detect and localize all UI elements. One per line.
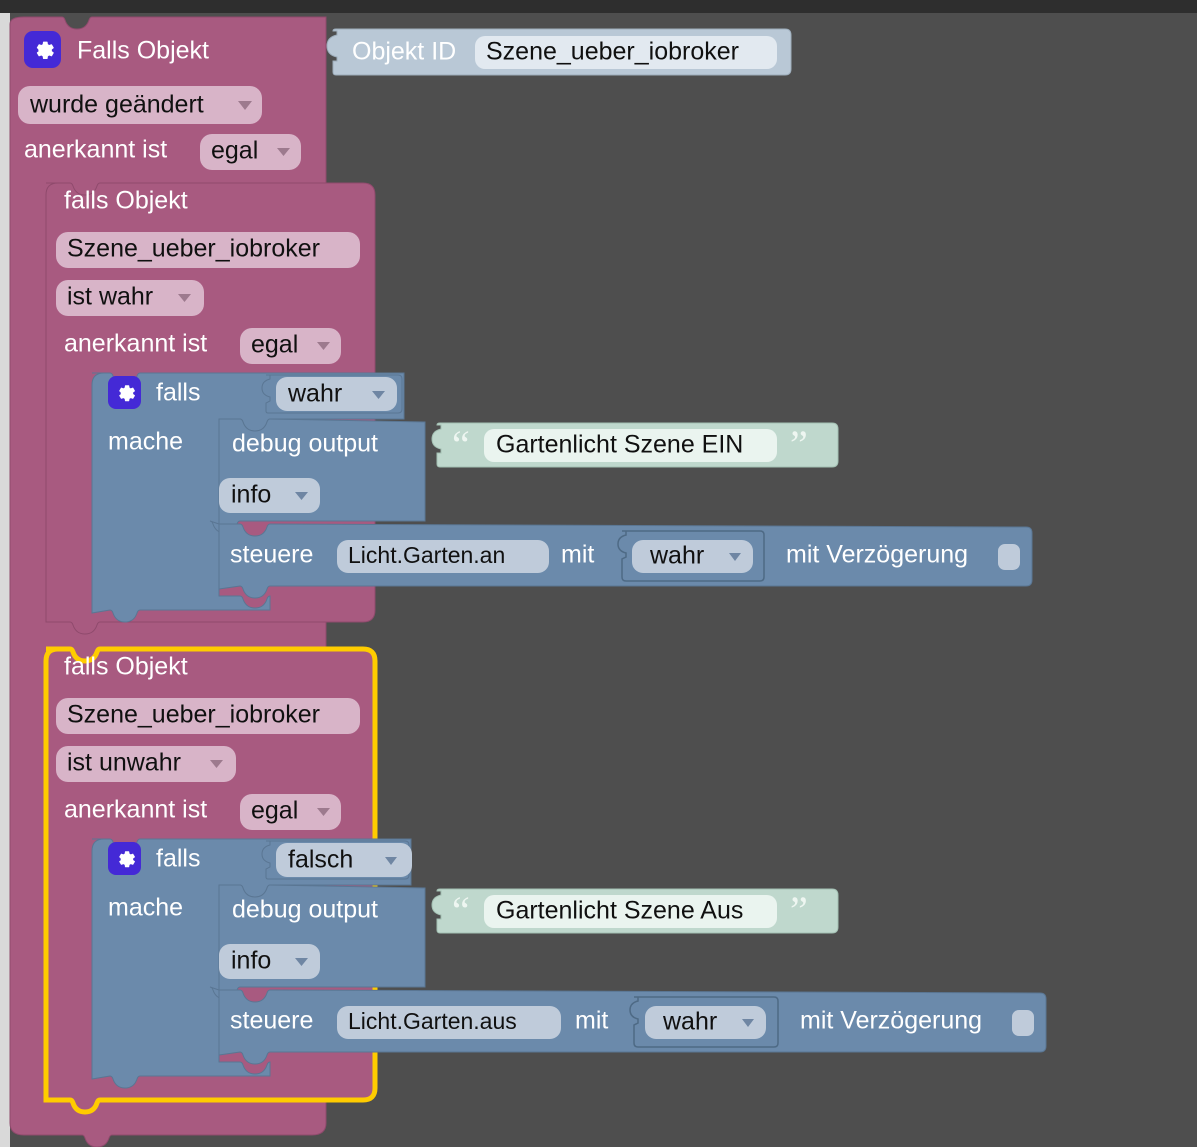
if-true-condition-value-socket[interactable]: wahr xyxy=(261,374,403,414)
close-quote-icon: ” xyxy=(790,888,808,933)
if-true-falls-label: falls xyxy=(156,379,200,407)
control-true-target-value: Licht.Garten.an xyxy=(348,542,505,568)
control-false-target-field[interactable]: Licht.Garten.aus xyxy=(337,1006,561,1039)
object-id-block[interactable]: Objekt ID Szene_ueber_iobroker xyxy=(326,28,792,76)
if-true-title: falls Objekt xyxy=(64,187,188,215)
text-block-false-value: Gartenlicht Szene Aus xyxy=(496,897,743,925)
trigger-title: Falls Objekt xyxy=(77,37,209,65)
gear-icon[interactable] xyxy=(24,31,61,68)
text-block-true-value: Gartenlicht Szene EIN xyxy=(496,431,743,459)
control-true-mit-label: mit xyxy=(561,541,594,569)
control-true-delay-field[interactable] xyxy=(998,544,1020,570)
if-true-mache-label: mache xyxy=(108,428,183,456)
if-true-ack-label: anerkannt ist xyxy=(64,330,207,358)
debug-output-true-label: debug output xyxy=(232,430,378,458)
if-false-object-id-value: Szene_ueber_iobroker xyxy=(67,701,320,729)
if-true-ack-value: egal xyxy=(251,331,298,359)
debug-output-false-severity: info xyxy=(231,947,271,975)
object-id-label: Objekt ID xyxy=(352,38,456,66)
debug-output-true-severity: info xyxy=(231,481,271,509)
trigger-ack-value: egal xyxy=(211,137,258,165)
if-false-falls-label: falls xyxy=(156,845,200,873)
text-block-false[interactable]: “ Gartenlicht Szene Aus ” xyxy=(431,888,839,934)
close-quote-icon: ” xyxy=(790,422,808,467)
control-true-value: wahr xyxy=(649,542,704,570)
control-true-delay-label: mit Verzögerung xyxy=(786,541,968,569)
control-true-steuere-label: steuere xyxy=(230,541,313,569)
text-block-true-field[interactable]: Gartenlicht Szene EIN xyxy=(484,429,777,462)
if-false-mache-label: mache xyxy=(108,894,183,922)
debug-output-block-true[interactable]: debug output info xyxy=(209,418,426,534)
blockly-canvas[interactable]: Falls Objekt wurde geändert anerkannt is… xyxy=(0,13,1197,1147)
control-false-value-socket[interactable]: wahr xyxy=(629,996,779,1048)
trigger-change-mode-dropdown[interactable]: wurde geändert xyxy=(18,86,262,124)
text-block-true[interactable]: “ Gartenlicht Szene EIN ” xyxy=(431,422,839,468)
if-true-object-id-value: Szene_ueber_iobroker xyxy=(67,235,320,263)
if-true-ack-dropdown[interactable]: egal xyxy=(240,328,341,364)
if-false-ack-value: egal xyxy=(251,797,298,825)
trigger-ack-label: anerkannt ist xyxy=(24,136,167,164)
debug-output-false-label: debug output xyxy=(232,896,378,924)
trigger-ack-dropdown[interactable]: egal xyxy=(200,134,301,170)
debug-output-true-severity-dropdown[interactable]: info xyxy=(219,478,320,513)
if-false-ack-dropdown[interactable]: egal xyxy=(240,794,341,830)
control-true-target-field[interactable]: Licht.Garten.an xyxy=(337,540,549,573)
if-false-condition-dropdown[interactable]: ist unwahr xyxy=(56,746,236,782)
if-false-ack-label: anerkannt ist xyxy=(64,796,207,824)
object-id-field[interactable]: Szene_ueber_iobroker xyxy=(475,36,777,69)
blockly-workspace-app: Falls Objekt wurde geändert anerkannt is… xyxy=(0,0,1197,1147)
control-false-delay-field[interactable] xyxy=(1012,1010,1034,1036)
control-false-value: wahr xyxy=(662,1008,717,1036)
control-false-mit-label: mit xyxy=(575,1007,608,1035)
if-true-condition-dropdown[interactable]: ist wahr xyxy=(56,280,204,316)
gear-icon[interactable] xyxy=(108,376,141,409)
if-false-title: falls Objekt xyxy=(64,653,188,681)
debug-output-false-severity-dropdown[interactable]: info xyxy=(219,944,320,979)
if-true-object-id-field[interactable]: Szene_ueber_iobroker xyxy=(56,232,360,268)
if-false-condition-boolean: falsch xyxy=(288,846,353,874)
if-false-object-id-field[interactable]: Szene_ueber_iobroker xyxy=(56,698,360,734)
control-false-target-value: Licht.Garten.aus xyxy=(348,1008,517,1034)
control-false-steuere-label: steuere xyxy=(230,1007,313,1035)
text-block-false-field[interactable]: Gartenlicht Szene Aus xyxy=(484,895,777,928)
object-id-value: Szene_ueber_iobroker xyxy=(486,38,739,66)
trigger-change-mode-value: wurde geändert xyxy=(29,91,204,119)
open-quote-icon: “ xyxy=(452,422,470,467)
gear-icon[interactable] xyxy=(108,842,141,875)
open-quote-icon: “ xyxy=(452,888,470,933)
if-false-condition-value-socket[interactable]: falsch xyxy=(261,840,412,880)
debug-output-block-false[interactable]: debug output info xyxy=(209,884,426,1000)
control-false-delay-label: mit Verzögerung xyxy=(800,1007,982,1035)
blocks-svg-canvas: Falls Objekt wurde geändert anerkannt is… xyxy=(9,16,1047,1147)
control-true-value-socket[interactable]: wahr xyxy=(617,530,765,582)
if-false-condition-value: ist unwahr xyxy=(67,749,181,777)
window-top-bar xyxy=(0,0,1197,13)
if-true-condition-boolean: wahr xyxy=(287,380,342,408)
if-true-condition-value: ist wahr xyxy=(67,283,153,311)
